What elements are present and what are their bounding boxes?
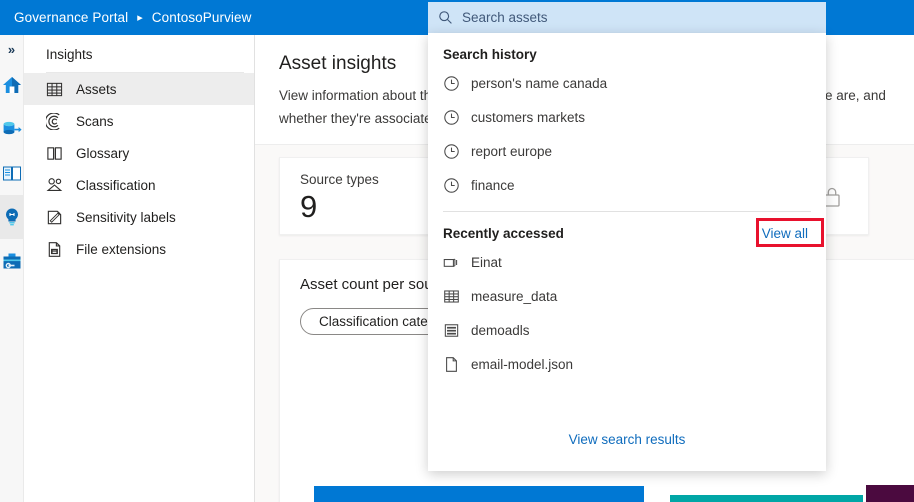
clock-icon — [443, 177, 460, 194]
recently-accessed-item-label: email-model.json — [471, 357, 573, 372]
search-history-item-1[interactable]: customers markets — [428, 100, 826, 134]
breadcrumb-item-governance-portal[interactable]: Governance Portal — [14, 10, 128, 25]
sidebar-item-label: Scans — [76, 114, 114, 129]
insights-nav-panel: Insights Assets Scans — [24, 35, 255, 502]
search-history-item-2[interactable]: report europe — [428, 134, 826, 168]
breadcrumb-separator-icon: ▸ — [137, 11, 143, 24]
chart-bar-2 — [866, 485, 914, 502]
search-history-item-0[interactable]: person's name canada — [428, 66, 826, 100]
search-history-item-label: customers markets — [471, 110, 585, 125]
home-icon — [2, 75, 22, 95]
recently-accessed-item-label: measure_data — [471, 289, 557, 304]
left-icon-rail: » — [0, 35, 24, 502]
sidebar-item-label: Sensitivity labels — [76, 210, 176, 225]
insights-lightbulb-icon — [2, 207, 22, 227]
search-history-header: Search history — [428, 33, 826, 66]
table-grid-icon — [443, 288, 460, 305]
search-history-item-label: report europe — [471, 144, 552, 159]
flyout-footer: View search results — [428, 431, 826, 449]
search-history-item-label: finance — [471, 178, 515, 193]
rail-item-home[interactable] — [0, 63, 23, 107]
sidebar-item-glossary[interactable]: Glossary — [24, 137, 254, 169]
breadcrumb: Governance Portal ▸ ContosoPurview — [0, 10, 252, 25]
clock-icon — [443, 143, 460, 160]
search-icon — [438, 10, 453, 25]
classification-tag-icon — [46, 177, 63, 194]
sidebar-item-label: Assets — [76, 82, 117, 97]
sidebar-item-assets[interactable]: Assets — [24, 73, 254, 105]
view-all-link[interactable]: View all — [762, 226, 808, 241]
clock-icon — [443, 75, 460, 92]
view-search-results-link[interactable]: View search results — [569, 432, 686, 447]
chart-bar-1 — [670, 495, 863, 502]
glossary-book-icon — [2, 163, 22, 183]
sidebar-item-label: Classification — [76, 178, 156, 193]
stacked-copies-icon — [443, 254, 460, 271]
recently-accessed-item-label: Einat — [471, 255, 502, 270]
expand-nav-icon[interactable]: » — [0, 35, 23, 63]
sidebar-item-label: Glossary — [76, 146, 129, 161]
recently-accessed-item-0[interactable]: Einat — [428, 245, 826, 279]
recently-accessed-item-3[interactable]: email-model.json — [428, 347, 826, 381]
file-extension-icon — [46, 241, 63, 258]
search-history-title: Search history — [443, 47, 537, 62]
sidebar-item-sensitivity-labels[interactable]: Sensitivity labels — [24, 201, 254, 233]
search-history-item-3[interactable]: finance — [428, 168, 826, 202]
sidebar-item-file-extensions[interactable]: File extensions — [24, 233, 254, 265]
search-history-item-label: person's name canada — [471, 76, 607, 91]
sensitivity-label-icon — [46, 209, 63, 226]
table-grid-icon — [46, 81, 63, 98]
recently-accessed-item-1[interactable]: measure_data — [428, 279, 826, 313]
app-root: Governance Portal ▸ ContosoPurview » — [0, 0, 914, 502]
rail-item-insights[interactable] — [0, 195, 23, 239]
management-toolbox-icon — [2, 251, 22, 271]
open-book-icon — [46, 145, 63, 162]
sidebar-item-label: File extensions — [76, 242, 166, 257]
rail-item-glossary[interactable] — [0, 151, 23, 195]
file-icon — [443, 356, 460, 373]
nav-panel-title: Insights — [24, 35, 254, 72]
rail-item-data-map[interactable] — [0, 107, 23, 151]
recently-accessed-item-label: demoadls — [471, 323, 530, 338]
recently-accessed-header: Recently accessed View all — [428, 212, 826, 245]
radar-scan-icon — [46, 113, 63, 130]
search-box[interactable] — [428, 2, 826, 33]
sidebar-item-classification[interactable]: Classification — [24, 169, 254, 201]
sidebar-item-scans[interactable]: Scans — [24, 105, 254, 137]
search-suggestions-flyout: Search history person's name canada cust… — [428, 33, 826, 471]
chart-bar-0 — [314, 486, 644, 502]
clock-icon — [443, 109, 460, 126]
rail-item-management[interactable] — [0, 239, 23, 283]
breadcrumb-item-contosopurview[interactable]: ContosoPurview — [152, 10, 252, 25]
data-map-icon — [2, 119, 22, 139]
recently-accessed-item-2[interactable]: demoadls — [428, 313, 826, 347]
recently-accessed-title: Recently accessed — [443, 226, 564, 241]
search-input[interactable] — [462, 10, 816, 25]
storage-container-icon — [443, 322, 460, 339]
